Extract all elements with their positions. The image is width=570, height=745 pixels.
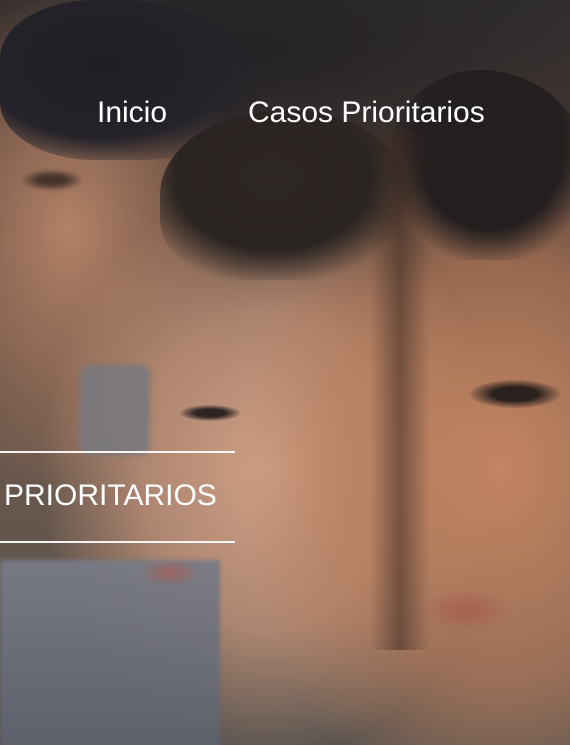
nav-link-casos-prioritarios[interactable]: Casos Prioritarios (248, 88, 485, 138)
photo-shape-shirt (0, 560, 220, 745)
section-title: PRIORITARIOS (4, 479, 217, 512)
section-title-block: PRIORITARIOS (0, 451, 235, 543)
nav-link-inicio[interactable]: Inicio (97, 88, 167, 138)
photo-shape-eye-right (470, 380, 560, 408)
photo-shape-collar (80, 365, 150, 455)
photo-shape-lips-center (140, 560, 200, 586)
title-divider-bottom (0, 541, 235, 543)
photo-shape-eye-left (22, 170, 82, 190)
photo-shape-eye-center (180, 405, 240, 421)
top-navigation: Inicio Casos Prioritarios (0, 88, 570, 138)
photo-shape-lips-right (420, 590, 510, 630)
title-divider-top (0, 451, 235, 453)
photo-shape-shadow (370, 130, 430, 650)
